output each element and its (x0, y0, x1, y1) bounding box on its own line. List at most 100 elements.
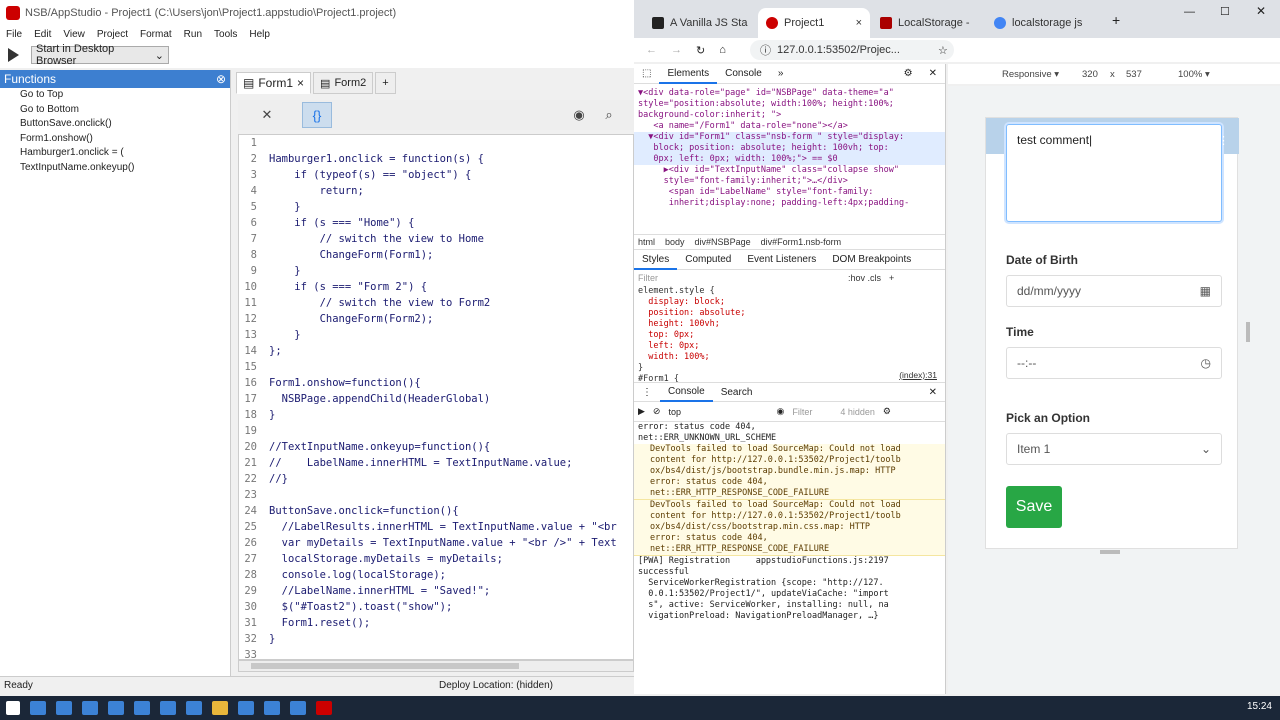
app-icon[interactable] (186, 701, 202, 715)
code-line[interactable]: 21 // LabelName.innerHTML = TextInputName… (239, 455, 633, 471)
search-icon[interactable] (30, 701, 46, 715)
code-line[interactable]: 6 if (s === "Home") { (239, 215, 633, 231)
run-play-icon[interactable] (8, 48, 19, 62)
function-item[interactable]: TextInputName.onkeyup() (0, 161, 230, 176)
styles-filter-input[interactable]: Filter (638, 273, 848, 283)
vscode-icon[interactable] (290, 701, 306, 715)
zoom-select[interactable]: 100% ▾ (1178, 69, 1210, 80)
forward-icon[interactable]: → (671, 44, 682, 56)
minimize-icon[interactable]: — (1184, 6, 1195, 18)
code-line[interactable]: 33 (239, 647, 633, 659)
close-icon[interactable]: × (297, 76, 304, 90)
device-height-input[interactable]: 537 (1126, 69, 1142, 80)
menu-tools[interactable]: Tools (208, 29, 243, 40)
home-icon[interactable]: ⌂ (719, 44, 726, 56)
inspect-icon[interactable]: ⬚ (634, 68, 659, 79)
comment-textarea[interactable]: test comment| (1006, 124, 1222, 222)
chrome-icon[interactable] (212, 701, 228, 715)
close-icon[interactable]: ✕ (921, 387, 945, 398)
menu-project[interactable]: Project (91, 29, 134, 40)
element-node-line[interactable]: style="font-family:inherit;">…</div> (634, 176, 945, 187)
code-line[interactable]: 18} (239, 407, 633, 423)
close-icon[interactable]: ✕ (921, 68, 945, 79)
function-item[interactable]: Form1.onshow() (0, 132, 230, 147)
tab-add[interactable]: + (375, 72, 396, 94)
element-node-line[interactable]: ▶<div id="TextInputName" class="collapse… (634, 165, 945, 176)
styles-pane[interactable]: element.style { display: block; position… (634, 286, 945, 382)
breadcrumb-item[interactable]: div#Form1.nsb-form (761, 237, 842, 247)
drawer-tab-console[interactable]: Console (660, 382, 713, 402)
code-line[interactable]: 13 } (239, 327, 633, 343)
cortana-icon[interactable] (56, 701, 72, 715)
search-icon[interactable]: ⌕ (594, 102, 624, 128)
function-item[interactable]: ButtonSave.onclick() (0, 117, 230, 132)
code-line[interactable]: 12 ChangeForm(Form2); (239, 311, 633, 327)
chrome-tab[interactable]: A Vanilla JS Sta (644, 8, 756, 38)
app-icon[interactable] (160, 701, 176, 715)
scroll-thumb[interactable] (251, 663, 519, 669)
breadcrumb-item[interactable]: html (638, 237, 655, 247)
new-tab-icon[interactable]: + (1112, 12, 1120, 28)
sidebar-toggle-icon[interactable]: ▶ (638, 406, 645, 417)
chrome-tab[interactable]: LocalStorage - (872, 8, 984, 38)
tab-styles[interactable]: Styles (634, 250, 678, 270)
start-icon[interactable] (6, 701, 20, 715)
element-node-line[interactable]: style="position:absolute; width:100%; he… (634, 99, 945, 110)
code-line[interactable]: 25 //LabelResults.innerHTML = TextInputN… (239, 519, 633, 535)
gear-icon[interactable]: ⚙ (883, 406, 891, 417)
chrome-tab[interactable]: localstorage js (986, 8, 1098, 38)
hamburger-icon[interactable]: ⋮ (1218, 134, 1229, 147)
tab-computed[interactable]: Computed (677, 254, 739, 265)
function-item[interactable]: Go to Bottom (0, 103, 230, 118)
app-icon[interactable] (264, 701, 280, 715)
maximize-icon[interactable]: ☐ (1220, 5, 1230, 18)
breadcrumb-item[interactable]: body (665, 237, 685, 247)
tab-dom-breakpoints[interactable]: DOM Breakpoints (824, 254, 919, 265)
console-filter-input[interactable]: Filter (792, 407, 832, 417)
eye-icon[interactable]: ◉ (776, 406, 784, 417)
element-node-line[interactable]: inherit;display:none; padding-left:4px;p… (634, 198, 945, 209)
code-line[interactable]: 22 //} (239, 471, 633, 487)
run-target-select[interactable]: Start in Desktop Browser ⌄ (31, 43, 169, 67)
tab-console[interactable]: Console (717, 68, 770, 79)
style-rule-line[interactable]: display: block; (634, 297, 945, 308)
code-line[interactable]: 9 } (239, 263, 633, 279)
code-line[interactable]: 10 if (s === "Form 2") { (239, 279, 633, 295)
code-line[interactable]: 31 Form1.reset(); (239, 615, 633, 631)
time-input[interactable]: --:-- ◷ (1006, 347, 1222, 379)
context-select[interactable]: top (668, 407, 768, 417)
code-line[interactable]: 11 // switch the view to Form2 (239, 295, 633, 311)
calendar-icon[interactable]: ▦ (1200, 284, 1211, 298)
code-line[interactable]: 8 ChangeForm(Form1); (239, 247, 633, 263)
menu-view[interactable]: View (57, 29, 91, 40)
close-icon[interactable]: × (856, 17, 862, 29)
option-select[interactable]: Item 1 ⌄ (1006, 433, 1222, 465)
console-output[interactable]: error: status code 404, net::ERR_UNKNOWN… (634, 422, 945, 644)
code-line[interactable]: 14}; (239, 343, 633, 359)
menu-format[interactable]: Format (134, 29, 178, 40)
save-button[interactable]: Save (1006, 486, 1062, 528)
code-line[interactable]: 28 console.log(localStorage); (239, 567, 633, 583)
star-icon[interactable]: ☆ (938, 44, 948, 57)
design-view-icon[interactable]: ✕ (252, 102, 282, 128)
element-node-line[interactable]: 0px; left: 0px; width: 100%;"> == $0 (634, 154, 945, 165)
code-line[interactable]: 26 var myDetails = TextInputName.value +… (239, 535, 633, 551)
resize-handle-bottom[interactable] (1100, 550, 1120, 554)
function-item[interactable]: Hamburger1.onclick = ( (0, 146, 230, 161)
element-node-line[interactable]: background-color:inherit; "> (634, 110, 945, 121)
menu-help[interactable]: Help (243, 29, 276, 40)
hov-cls-toggle[interactable]: :hov .cls (848, 273, 881, 283)
code-line[interactable]: 5 } (239, 199, 633, 215)
app-icon[interactable] (108, 701, 124, 715)
horizontal-scrollbar[interactable] (238, 660, 634, 672)
tab-form1[interactable]: ▤ Form1 × (236, 72, 312, 94)
element-node-line[interactable]: <span id="LabelName" style="font-family: (634, 187, 945, 198)
tab-form2[interactable]: ▤ Form2 (313, 72, 374, 94)
record-icon[interactable]: ◉ (564, 102, 594, 128)
drawer-tab-search[interactable]: Search (713, 387, 761, 398)
code-line[interactable]: 30 $("#Toast2").toast("show"); (239, 599, 633, 615)
code-line[interactable]: 7 // switch the view to Home (239, 231, 633, 247)
code-line[interactable]: 15 (239, 359, 633, 375)
element-node-line[interactable]: ▼<div id="Form1" class="nsb-form " style… (634, 132, 945, 143)
outlook-icon[interactable] (134, 701, 150, 715)
